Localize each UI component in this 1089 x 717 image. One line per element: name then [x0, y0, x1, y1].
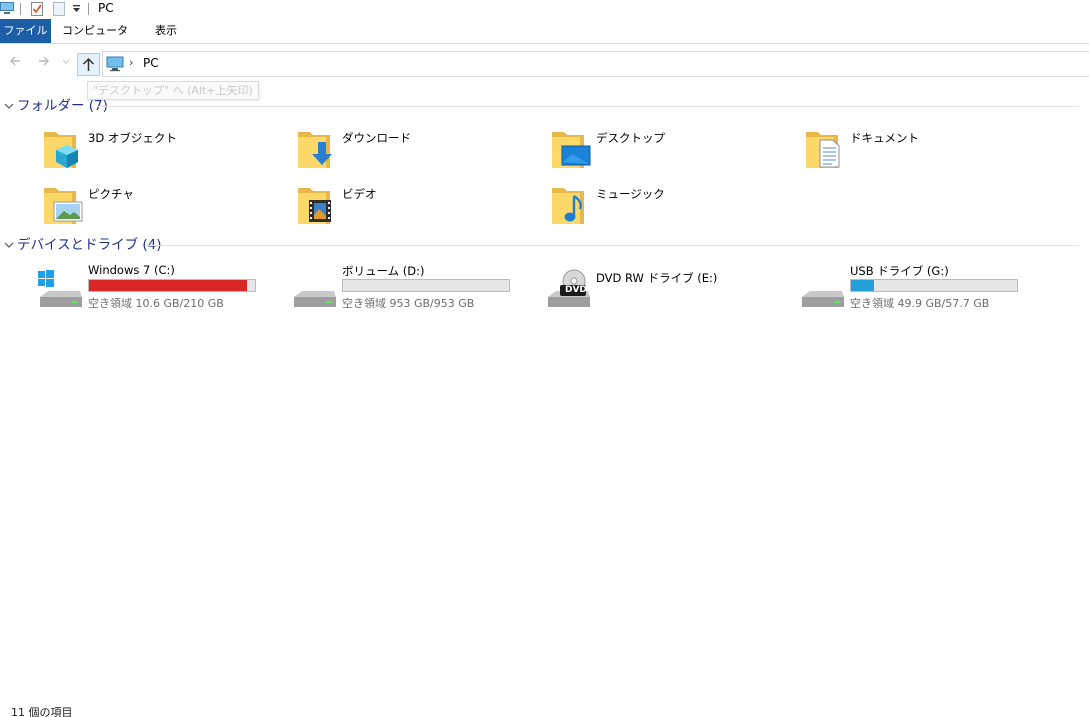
status-bar-item-count: 11 個の項目	[11, 706, 73, 717]
music-folder-icon	[550, 182, 590, 229]
documents-folder-icon	[804, 126, 844, 173]
quick-access-separator	[20, 3, 21, 15]
ribbon-tab-bar: ファイル コンピューター 表示	[0, 19, 1089, 61]
pictures-folder-icon	[42, 182, 84, 229]
drive-item-c[interactable]: Windows 7 (C:) 空き領域 10.6 GB/210 GB	[38, 263, 288, 315]
folder-item-documents[interactable]: ドキュメント	[804, 126, 1054, 178]
folders-group-header[interactable]: フォルダー (7)	[0, 96, 1089, 116]
recent-locations-chevron-icon[interactable]	[60, 54, 72, 72]
folder-item-music[interactable]: ミュージック	[550, 182, 800, 234]
title-separator	[88, 3, 89, 15]
folder-item-pictures[interactable]: ピクチャ	[42, 182, 292, 234]
collapse-chevron-icon[interactable]	[3, 237, 15, 256]
folder-item-desktop[interactable]: デスクトップ	[550, 126, 800, 178]
drive-usage-fill	[89, 280, 247, 291]
folder-label: ミュージック	[596, 187, 665, 201]
tab-file[interactable]: ファイル	[0, 19, 51, 43]
windows-drive-icon	[38, 267, 84, 312]
videos-folder-icon	[296, 182, 336, 229]
folder-item-videos[interactable]: ビデオ	[296, 182, 546, 234]
navigation-bar: › PC	[0, 45, 1089, 81]
drive-name: USB ドライブ (G:)	[850, 264, 949, 278]
tab-view[interactable]: 表示	[144, 19, 188, 43]
breadcrumb-separator-icon[interactable]: ›	[129, 56, 133, 69]
group-divider	[146, 245, 1079, 246]
folder-label: ドキュメント	[850, 131, 919, 145]
drive-name: Windows 7 (C:)	[88, 263, 175, 277]
drive-free-space: 空き領域 953 GB/953 GB	[342, 297, 475, 310]
address-bar[interactable]: › PC	[102, 51, 1089, 77]
folder-item-downloads[interactable]: ダウンロード	[296, 126, 546, 178]
drives-group-header[interactable]: デバイスとドライブ (4)	[0, 235, 1089, 255]
folder-item-3d-objects[interactable]: 3D オブジェクト	[42, 126, 292, 178]
drive-usage-bar	[88, 279, 256, 292]
drive-name: ボリューム (D:)	[342, 264, 425, 278]
drive-item-d[interactable]: ボリューム (D:) 空き領域 953 GB/953 GB	[292, 263, 542, 315]
properties-icon[interactable]	[30, 1, 44, 20]
up-arrow-icon	[82, 57, 95, 71]
collapse-chevron-icon[interactable]	[3, 98, 15, 117]
dvd-badge-text: DVD	[565, 285, 587, 295]
forward-arrow-icon[interactable]	[35, 54, 53, 72]
folder-label: デスクトップ	[596, 131, 665, 145]
group-divider	[98, 106, 1079, 107]
up-button[interactable]	[77, 53, 100, 76]
folder-label: ビデオ	[342, 187, 377, 201]
folder-label: 3D オブジェクト	[88, 131, 177, 145]
pc-icon	[106, 56, 124, 75]
drive-item-e[interactable]: DVD DVD RW ドライブ (E:)	[546, 263, 796, 315]
new-folder-icon[interactable]	[53, 1, 66, 20]
desktop-folder-icon	[550, 126, 592, 173]
back-arrow-icon[interactable]	[6, 54, 24, 72]
drives-group-title: デバイスとドライブ (4)	[17, 237, 162, 253]
hard-drive-icon	[292, 267, 338, 312]
folder-label: ピクチャ	[88, 187, 134, 201]
window-title: PC	[98, 1, 114, 15]
drive-usage-bar	[342, 279, 510, 292]
drive-name: DVD RW ドライブ (E:)	[596, 271, 718, 285]
breadcrumb-pc[interactable]: PC	[143, 56, 159, 70]
title-bar: PC	[0, 0, 1089, 18]
downloads-folder-icon	[296, 126, 336, 173]
drive-free-space: 空き領域 49.9 GB/57.7 GB	[850, 297, 990, 310]
drive-item-g[interactable]: USB ドライブ (G:) 空き領域 49.9 GB/57.7 GB	[800, 263, 1050, 315]
drive-usage-fill	[851, 280, 875, 291]
customize-dropdown-icon[interactable]	[72, 3, 81, 17]
tab-computer[interactable]: コンピューター	[58, 19, 132, 61]
folder-label: ダウンロード	[342, 131, 411, 145]
drive-usage-bar	[850, 279, 1018, 292]
3d-objects-folder-icon	[42, 126, 82, 173]
computer-icon[interactable]	[0, 1, 14, 18]
drive-free-space: 空き領域 10.6 GB/210 GB	[88, 297, 224, 310]
usb-drive-icon	[800, 267, 846, 312]
folders-group-title: フォルダー (7)	[17, 98, 108, 114]
